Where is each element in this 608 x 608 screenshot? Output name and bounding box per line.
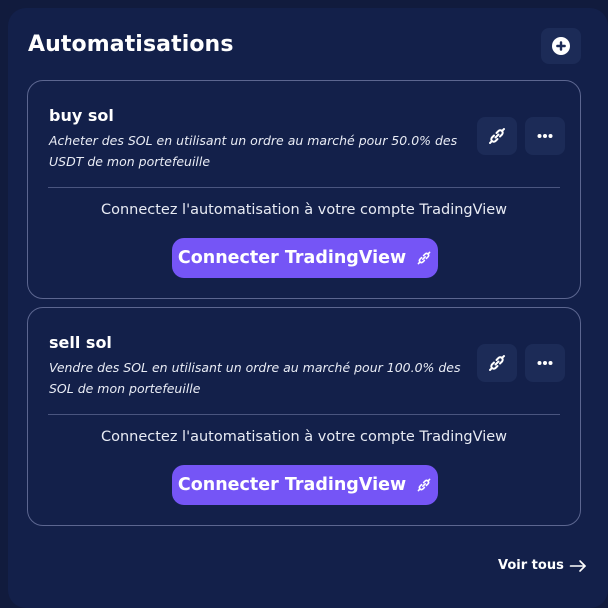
automation-card: sell sol Vendre des SOL en utilisant un …: [27, 307, 581, 526]
plus-circle-icon: [552, 37, 570, 55]
link-automation-button[interactable]: [477, 344, 517, 382]
automation-description: Acheter des SOL en utilisant un ordre au…: [49, 133, 458, 169]
add-automation-button[interactable]: [541, 28, 581, 64]
more-options-button[interactable]: [525, 117, 565, 155]
link-icon: [489, 355, 505, 371]
card-divider: [48, 414, 560, 415]
connect-tradingview-button[interactable]: Connecter TradingView: [172, 465, 438, 505]
automations-panel: Automatisations buy sol Acheter des SOL …: [8, 8, 608, 608]
automation-card: buy sol Acheter des SOL en utilisant un …: [27, 80, 581, 299]
more-horizontal-icon: [537, 134, 553, 138]
connect-tradingview-button[interactable]: Connecter TradingView: [172, 238, 438, 278]
link-automation-button[interactable]: [477, 117, 517, 155]
link-icon: [417, 251, 431, 265]
more-options-button[interactable]: [525, 344, 565, 382]
arrow-right-icon: [569, 559, 586, 572]
link-icon: [489, 128, 505, 144]
connect-button-label: Connecter TradingView: [177, 248, 407, 268]
card-divider: [48, 187, 560, 188]
view-all-link[interactable]: Voir tous: [498, 558, 587, 573]
automation-name: buy sol: [49, 106, 114, 125]
automation-name: sell sol: [49, 333, 112, 352]
connect-button-label: Connecter TradingView: [177, 475, 407, 495]
connect-hint: Connectez l'automatisation à votre compt…: [100, 429, 508, 445]
more-horizontal-icon: [537, 361, 553, 365]
panel-title: Automatisations: [28, 32, 234, 57]
automation-description: Vendre des SOL en utilisant un ordre au …: [49, 360, 461, 396]
link-icon: [417, 478, 431, 492]
view-all-label: Voir tous: [498, 558, 564, 573]
connect-hint: Connectez l'automatisation à votre compt…: [100, 202, 508, 218]
